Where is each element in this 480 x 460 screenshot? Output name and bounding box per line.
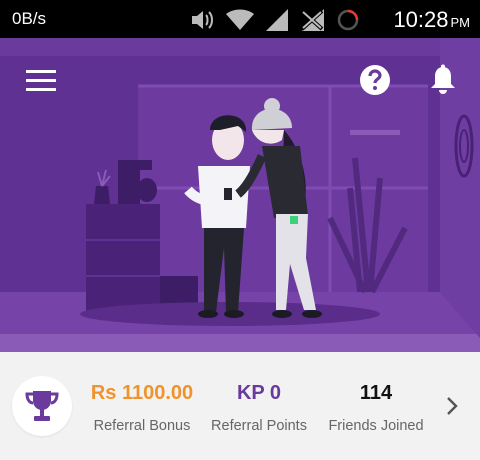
chevron-right-icon: [447, 397, 458, 415]
friends-joined-stat: 114 Friends Joined: [322, 382, 430, 434]
no-data-icon: [300, 9, 324, 31]
clock: 10:28 PM: [393, 7, 470, 33]
referral-illustration: [0, 38, 480, 352]
clock-ampm: PM: [450, 15, 471, 30]
referral-points-stat: KP 0 Referral Points: [204, 382, 314, 434]
referral-points-label: Referral Points: [211, 418, 307, 434]
referral-points-value: KP 0: [236, 382, 282, 404]
status-bar: 0B/s 10:28 PM: [0, 0, 480, 38]
friends-joined-value: 114: [359, 382, 393, 404]
hamburger-menu-icon: [26, 70, 56, 91]
menu-button[interactable]: [26, 68, 58, 94]
referral-bonus-stat: Rs 1100.00 Referral Bonus: [86, 382, 198, 434]
referral-stats: Rs 1100.00 Referral Bonus KP 0 Referral …: [0, 352, 480, 460]
loading-icon: [337, 9, 359, 31]
referral-details-button[interactable]: [440, 394, 464, 418]
signal-icon: [266, 9, 288, 31]
trophy-badge: [12, 376, 72, 436]
network-speed: 0B/s: [12, 9, 47, 28]
header-banner: [0, 38, 480, 352]
clock-time: 10:28: [393, 7, 449, 32]
friends-joined-label: Friends Joined: [328, 418, 424, 434]
bell-icon: [431, 64, 455, 94]
help-icon: [360, 65, 390, 95]
help-button[interactable]: [359, 64, 391, 96]
referral-bonus-value: Rs 1100.00: [90, 382, 194, 404]
volume-icon: [192, 11, 213, 29]
referral-bonus-label: Referral Bonus: [93, 418, 191, 434]
wifi-icon: [226, 9, 254, 30]
notifications-button[interactable]: [428, 64, 458, 96]
status-icons: [190, 8, 360, 32]
trophy-icon: [25, 391, 59, 421]
